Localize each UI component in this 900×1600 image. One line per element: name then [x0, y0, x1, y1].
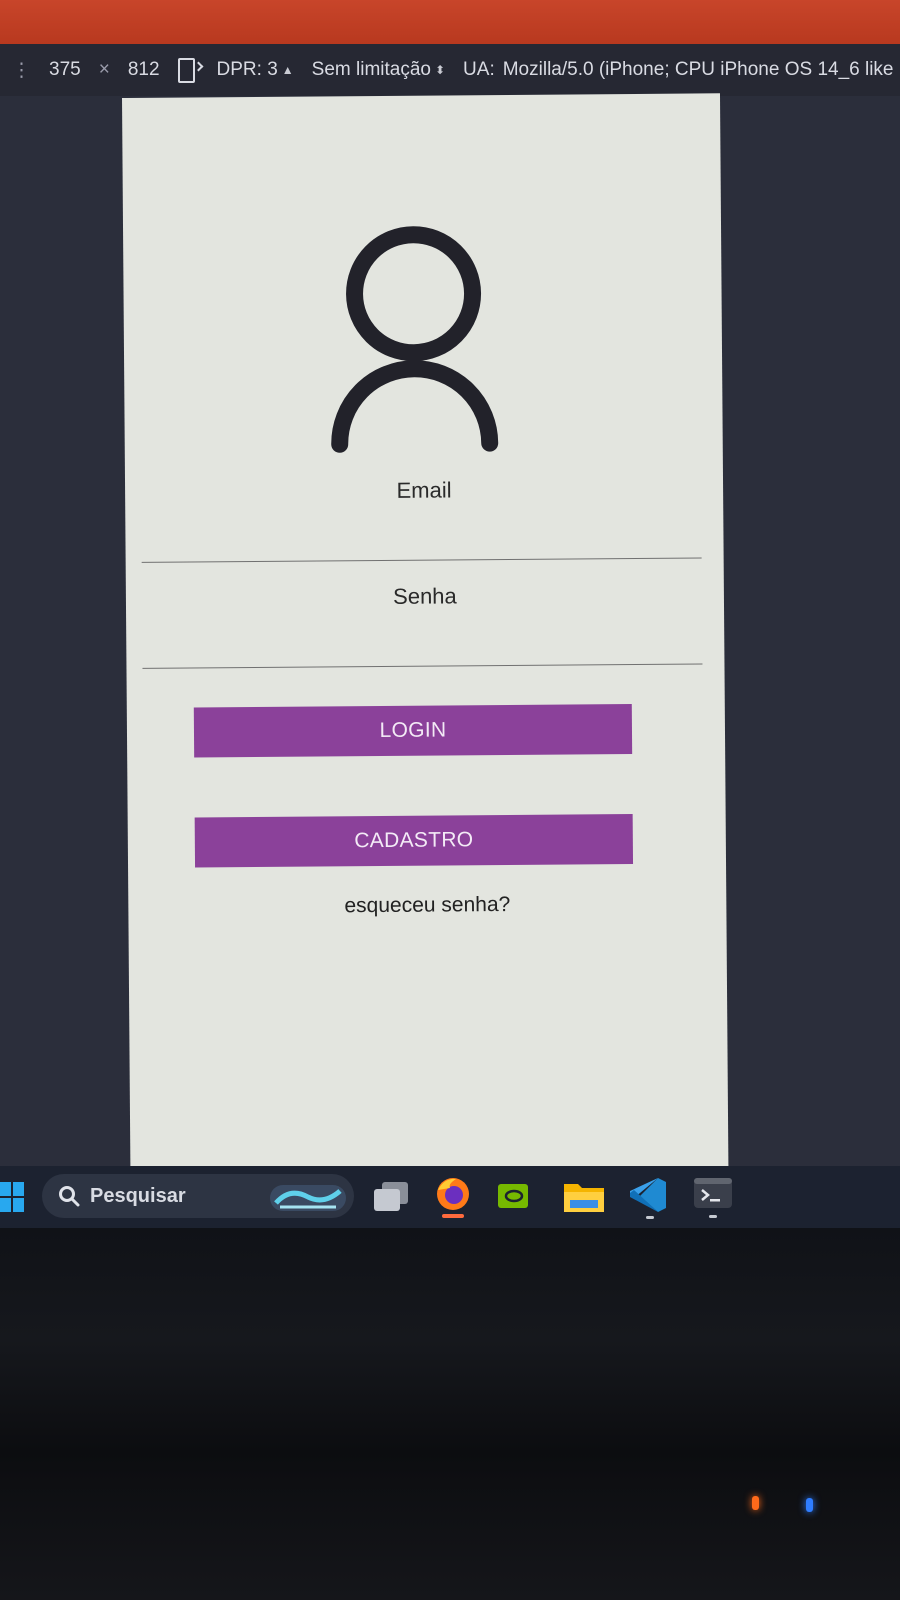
- file-explorer-icon[interactable]: [564, 1180, 604, 1212]
- email-label: Email: [396, 477, 452, 503]
- chevron-updown-icon: ▲: [281, 63, 294, 77]
- terminal-icon[interactable]: [694, 1178, 732, 1220]
- throttle-select[interactable]: Sem limitação ⬍: [312, 59, 445, 81]
- email-field[interactable]: [141, 557, 702, 563]
- vscode-icon[interactable]: [630, 1176, 668, 1220]
- viewport-height[interactable]: 812: [128, 59, 160, 81]
- viewport-width[interactable]: 375: [49, 59, 81, 81]
- browser-title-bar: [0, 0, 900, 44]
- status-led-icon: [806, 1498, 813, 1512]
- windows-start-icon[interactable]: [0, 1182, 26, 1214]
- search-placeholder: Pesquisar: [90, 1184, 186, 1207]
- password-label: Senha: [393, 583, 457, 609]
- nvidia-icon[interactable]: [498, 1184, 528, 1208]
- user-icon: [331, 226, 499, 453]
- task-view-icon[interactable]: [374, 1182, 410, 1212]
- dpr-select[interactable]: DPR: 3 ▲: [217, 59, 294, 81]
- mobile-viewport: Email Senha LOGIN CADASTRO esqueceu senh…: [122, 93, 729, 1182]
- taskbar-search[interactable]: Pesquisar: [42, 1174, 354, 1218]
- dimension-separator: ×: [98, 59, 110, 80]
- rotate-icon[interactable]: [177, 57, 199, 83]
- monitor-bezel: [0, 1228, 900, 1600]
- login-button[interactable]: LOGIN: [193, 704, 633, 758]
- firefox-icon[interactable]: [434, 1176, 472, 1220]
- signup-button[interactable]: CADASTRO: [194, 814, 634, 868]
- ua-value: Mozilla/5.0 (iPhone; CPU iPhone OS 14_6 …: [502, 59, 894, 80]
- user-agent[interactable]: UA: Mozilla/5.0 (iPhone; CPU iPhone OS 14…: [463, 59, 893, 81]
- forgot-password-link[interactable]: esqueceu senha?: [128, 891, 726, 920]
- taskbar: Pesquisar: [0, 1166, 900, 1228]
- search-icon: [59, 1186, 80, 1207]
- password-field[interactable]: [142, 663, 703, 669]
- power-led-icon: [752, 1496, 759, 1510]
- chevron-updown-icon: ⬍: [434, 63, 446, 77]
- throttle-label: Sem limitação: [311, 59, 431, 80]
- widgets-icon[interactable]: [270, 1179, 346, 1213]
- ua-label: UA:: [463, 59, 495, 80]
- device-toolbar: ⋮ 375 × 812 DPR: 3 ▲ Sem limitação ⬍ UA: Mo…: [0, 44, 900, 96]
- dpr-label: DPR: 3: [216, 59, 278, 80]
